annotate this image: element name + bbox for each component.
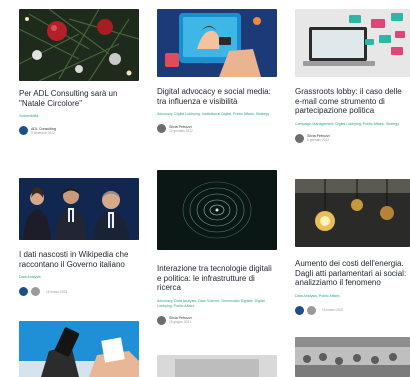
article-title[interactable]: Digital advocacy e social media: tra inf… bbox=[157, 87, 277, 106]
data-spiral-thumbnail[interactable] bbox=[157, 170, 277, 250]
voting-ballot-box-thumbnail[interactable] bbox=[19, 321, 139, 377]
publish-date: 9 dicembre 2022 bbox=[31, 130, 55, 135]
article-tags[interactable]: Campaign Management, Digital Lobbying, P… bbox=[295, 122, 410, 127]
avatar bbox=[19, 126, 28, 135]
author-name[interactable]: ADL Consulting bbox=[31, 127, 56, 131]
article-meta: ADL Consulting 9 dicembre 2022 bbox=[19, 126, 139, 135]
publish-date: 15 marzo 2022 bbox=[322, 308, 344, 312]
article-meta: Silvia Petruzzi 25 giugno 2021 bbox=[157, 315, 277, 325]
avatar bbox=[157, 315, 166, 325]
article-card[interactable]: Interazione tra tecnologie digitali e po… bbox=[157, 170, 277, 325]
article-card[interactable]: Digital advocacy e social media: tra inf… bbox=[157, 9, 277, 133]
article-tags[interactable]: Data Analysis bbox=[19, 275, 139, 280]
article-meta: Silvia Petruzzi 5 gennaio 2022 bbox=[295, 133, 410, 143]
christmas-ornaments-thumbnail[interactable] bbox=[19, 9, 139, 81]
parliament-crowd-thumbnail[interactable] bbox=[295, 337, 410, 377]
politicians-portrait-thumbnail[interactable] bbox=[19, 178, 139, 240]
article-title[interactable]: I dati nascosti in Wikipedia che raccont… bbox=[19, 250, 139, 269]
article-tags[interactable]: Data Analysis, Public Affairs bbox=[295, 294, 410, 299]
avatar bbox=[31, 287, 40, 296]
article-card[interactable]: Per ADL Consulting sarà un "Natale Circo… bbox=[19, 9, 139, 135]
author-name[interactable]: Silvia Petruzzi bbox=[169, 125, 193, 129]
avatar bbox=[19, 287, 28, 296]
article-card[interactable]: I dati nascosti in Wikipedia che raccont… bbox=[19, 178, 139, 296]
avatar bbox=[295, 133, 304, 143]
smartphone-social-thumbnail[interactable] bbox=[157, 9, 277, 77]
avatar bbox=[157, 124, 166, 133]
article-meta: 15 marzo 2022 bbox=[295, 305, 410, 315]
article-meta: 18 marzo 2021 bbox=[19, 287, 139, 296]
article-card[interactable]: Aumento dei costi dell'energia. Dagli at… bbox=[295, 179, 410, 315]
laptop-email-thumbnail[interactable] bbox=[295, 9, 410, 77]
article-meta: Silvia Petruzzi 12 gennaio 2022 bbox=[157, 124, 277, 133]
article-title[interactable]: Grassroots lobby: il caso delle e-mail c… bbox=[295, 87, 410, 116]
article-tags[interactable]: Sostenibilità bbox=[19, 114, 139, 119]
article-card[interactable] bbox=[295, 337, 410, 377]
article-tags[interactable]: Advocacy, Data Analysis, Data Science, D… bbox=[157, 299, 277, 309]
article-card[interactable]: Grassroots lobby: il caso delle e-mail c… bbox=[295, 9, 410, 143]
publish-date: 18 marzo 2021 bbox=[46, 289, 68, 294]
publish-date: 5 gennaio 2022 bbox=[307, 138, 329, 142]
light-bulbs-thumbnail[interactable] bbox=[295, 179, 410, 247]
article-title[interactable]: Per ADL Consulting sarà un "Natale Circo… bbox=[19, 89, 139, 108]
avatar bbox=[307, 305, 316, 315]
article-title[interactable]: Interazione tra tecnologie digitali e po… bbox=[157, 264, 277, 293]
article-card[interactable] bbox=[157, 355, 277, 377]
laptop-thumbnail[interactable] bbox=[157, 355, 277, 377]
article-title[interactable]: Aumento dei costi dell'energia. Dagli at… bbox=[295, 259, 410, 288]
avatar bbox=[295, 305, 304, 315]
article-tags[interactable]: Advocacy, Digital Lobbying, Institutiona… bbox=[157, 112, 277, 117]
publish-date: 25 giugno 2021 bbox=[169, 320, 191, 324]
article-card[interactable] bbox=[19, 321, 139, 377]
publish-date: 12 gennaio 2022 bbox=[169, 128, 193, 133]
